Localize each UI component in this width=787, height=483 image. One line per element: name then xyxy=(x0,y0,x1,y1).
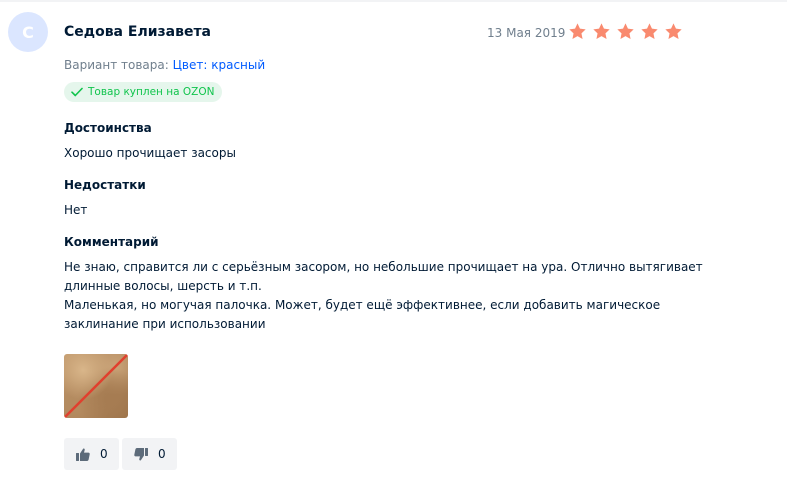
verified-purchase-badge: Товар куплен на OZON xyxy=(64,82,223,102)
photo-content xyxy=(64,354,128,418)
dislike-button[interactable]: 0 xyxy=(122,438,177,470)
like-count: 0 xyxy=(100,447,108,461)
thumbs-down-icon xyxy=(134,447,148,461)
variant-value-link[interactable]: Цвет: красный xyxy=(173,58,266,72)
rating-stars xyxy=(568,22,683,41)
cons-title: Недостатки xyxy=(64,178,146,192)
star-icon xyxy=(616,22,635,41)
comment-text: Не знаю, справится ли с серьёзным засоро… xyxy=(64,258,704,334)
star-icon xyxy=(640,22,659,41)
review-date: 13 Мая 2019 xyxy=(487,26,566,40)
avatar: С xyxy=(8,12,48,52)
cons-text: Нет xyxy=(64,203,88,217)
comment-paragraph: Не знаю, справится ли с серьёзным засоро… xyxy=(64,260,703,293)
like-button[interactable]: 0 xyxy=(64,438,119,470)
review-photo-thumbnail[interactable] xyxy=(64,354,128,418)
author-name: Седова Елизавета xyxy=(64,24,211,40)
comment-paragraph: Маленькая, но могучая палочка. Может, бу… xyxy=(64,298,661,331)
thumbs-up-icon xyxy=(76,448,90,461)
star-icon xyxy=(568,22,587,41)
product-variant: Вариант товара: Цвет: красный xyxy=(64,58,265,72)
verified-purchase-text: Товар куплен на OZON xyxy=(88,86,215,98)
dislike-count: 0 xyxy=(158,447,166,461)
pros-title: Достоинства xyxy=(64,121,152,135)
checkmark-icon xyxy=(71,87,83,97)
top-divider xyxy=(0,0,787,2)
comment-title: Комментарий xyxy=(64,235,159,249)
star-icon xyxy=(664,22,683,41)
pros-text: Хорошо прочищает засоры xyxy=(64,146,236,160)
star-icon xyxy=(592,22,611,41)
variant-label: Вариант товара: xyxy=(64,58,169,72)
